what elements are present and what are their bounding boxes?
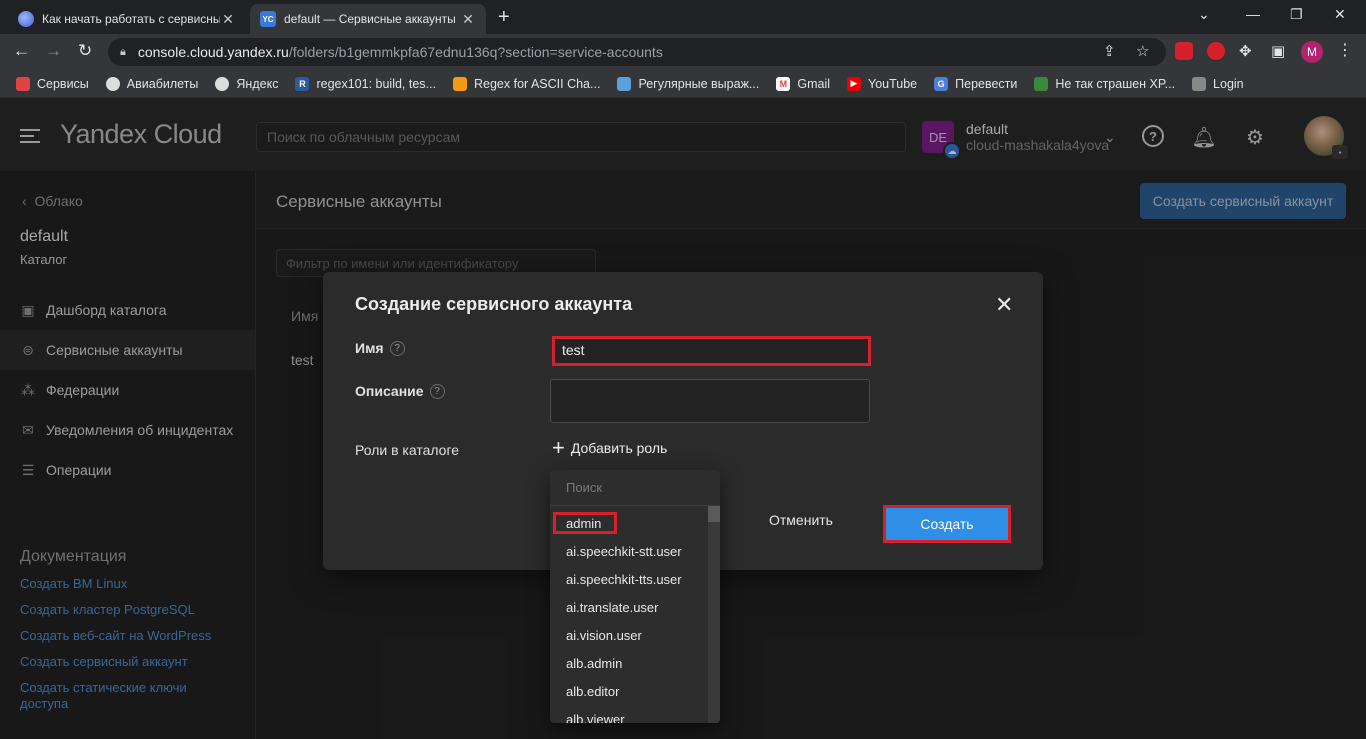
role-option-admin[interactable]: admin bbox=[566, 516, 601, 531]
url-path: /folders/b1gemmkpfa67ednu136q?section=se… bbox=[288, 44, 663, 60]
bookmark-item[interactable]: Авиабилеты bbox=[105, 76, 199, 91]
yandex-cloud-favicon-icon: YC bbox=[260, 11, 276, 27]
bookmark-label: Авиабилеты bbox=[126, 76, 199, 91]
lock-icon: 🔒︎ bbox=[120, 45, 126, 58]
role-option[interactable]: ai.speechkit-tts.user bbox=[566, 572, 682, 587]
extensions-puzzle-icon[interactable]: ✥ bbox=[1239, 42, 1252, 60]
extension-stop-icon[interactable] bbox=[1207, 42, 1225, 60]
bookmarks-bar: Сервисы Авиабилеты Яндекс Rregex101: bui… bbox=[0, 70, 1366, 98]
create-button[interactable]: Создать bbox=[883, 505, 1011, 543]
bookmark-label: Перевести bbox=[955, 76, 1018, 91]
bookmark-item[interactable]: Яндекс bbox=[215, 76, 279, 91]
add-role-button[interactable]: + Добавить роль bbox=[552, 435, 668, 460]
regex101-icon: R bbox=[295, 76, 310, 91]
bookmark-item[interactable]: ▶ YouTube bbox=[847, 76, 918, 91]
bookmark-label: Регулярные выраж... bbox=[638, 76, 760, 91]
bookmark-item[interactable]: Регулярные выраж... bbox=[617, 76, 760, 91]
dropdown-scrollbar[interactable] bbox=[708, 506, 720, 723]
role-option[interactable]: ai.vision.user bbox=[566, 628, 642, 643]
plus-icon: + bbox=[552, 435, 565, 460]
help-question-icon[interactable]: ? bbox=[429, 383, 445, 399]
forward-arrow-icon[interactable]: → bbox=[45, 41, 62, 61]
bookmark-item[interactable]: Login bbox=[1192, 76, 1244, 91]
role-option[interactable]: alb.admin bbox=[566, 656, 622, 671]
name-input[interactable]: test bbox=[552, 336, 871, 366]
tab-close-icon[interactable]: ✕ bbox=[460, 11, 476, 28]
profile-avatar[interactable]: M bbox=[1301, 41, 1323, 63]
bookmark-item[interactable]: Не так страшен XP... bbox=[1034, 76, 1176, 91]
role-option[interactable]: alb.viewer bbox=[566, 712, 625, 723]
restore-icon[interactable]: ❐ bbox=[1290, 6, 1303, 23]
name-label-text: Имя bbox=[355, 340, 384, 356]
translate-icon: G bbox=[934, 76, 949, 91]
role-option[interactable]: ai.translate.user bbox=[566, 600, 659, 615]
tab-favicon-icon bbox=[18, 11, 34, 27]
add-role-label: Добавить роль bbox=[570, 440, 668, 456]
role-search-input[interactable]: Поиск bbox=[550, 470, 720, 506]
window-close-icon[interactable]: ✕ bbox=[1334, 6, 1346, 23]
side-panel-icon[interactable]: ▣ bbox=[1271, 42, 1285, 60]
browser-toolbar: ← → ↻ 🔒︎ console.cloud.yandex.ru/folders… bbox=[0, 34, 1366, 70]
tree-icon bbox=[1034, 76, 1049, 91]
url-host: console.cloud.yandex.ru bbox=[137, 44, 289, 60]
role-dropdown: Поиск admin ai.speechkit-stt.user ai.spe… bbox=[550, 470, 720, 723]
regex-ascii-icon bbox=[452, 76, 467, 91]
cancel-button[interactable]: Отменить bbox=[769, 512, 833, 528]
tab-search-chevron-icon[interactable]: ⌄ bbox=[1198, 6, 1210, 23]
help-question-icon[interactable]: ? bbox=[389, 340, 405, 356]
back-arrow-icon[interactable]: ← bbox=[13, 41, 30, 61]
mail-icon bbox=[1192, 76, 1207, 91]
bookmark-item[interactable]: G Перевести bbox=[934, 76, 1018, 91]
scrollbar-thumb[interactable] bbox=[708, 506, 720, 522]
browser-tab[interactable]: Как начать работать с сервисными ✕ bbox=[8, 4, 246, 34]
address-bar[interactable]: 🔒︎ console.cloud.yandex.ru/folders/b1gem… bbox=[108, 38, 1166, 66]
bookmark-label: Login bbox=[1213, 76, 1244, 91]
description-label-text: Описание bbox=[355, 383, 424, 399]
bookmark-label: Gmail bbox=[797, 76, 831, 91]
share-icon[interactable]: ⇪ bbox=[1103, 42, 1116, 60]
close-icon[interactable]: ✕ bbox=[995, 292, 1013, 318]
description-textarea[interactable] bbox=[550, 379, 870, 423]
extension-video-icon[interactable] bbox=[1175, 42, 1193, 60]
bookmark-label: YouTube bbox=[868, 76, 918, 91]
role-option[interactable]: ai.speechkit-stt.user bbox=[566, 544, 682, 559]
bookmark-label: Сервисы bbox=[37, 76, 89, 91]
role-option[interactable]: alb.editor bbox=[566, 684, 619, 699]
browser-tab-active[interactable]: YC default — Сервисные аккаунты ✕ bbox=[250, 4, 486, 34]
globe-icon bbox=[105, 76, 120, 91]
roles-label: Роли в каталоге bbox=[355, 442, 460, 458]
gmail-icon: M bbox=[776, 76, 791, 91]
youtube-icon: ▶ bbox=[847, 76, 862, 91]
reload-icon[interactable]: ↻ bbox=[78, 41, 92, 61]
tab-title: Как начать работать с сервисными bbox=[42, 12, 220, 26]
bookmark-item[interactable]: Regex for ASCII Cha... bbox=[452, 76, 601, 91]
browser-menu-icon[interactable]: ⋮ bbox=[1337, 40, 1353, 60]
bookmark-label: Не так страшен XP... bbox=[1055, 76, 1176, 91]
bookmark-item[interactable]: Rregex101: build, tes... bbox=[295, 76, 436, 91]
bookmark-label: Regex for ASCII Cha... bbox=[473, 76, 601, 91]
bookmark-item[interactable]: Сервисы bbox=[16, 76, 89, 91]
apps-grid-icon bbox=[16, 76, 30, 91]
new-tab-icon[interactable]: + bbox=[498, 6, 510, 29]
globe-icon bbox=[215, 76, 230, 91]
description-label: Описание ? bbox=[355, 383, 445, 399]
name-label: Имя ? bbox=[355, 340, 405, 356]
bookmark-star-icon[interactable]: ☆ bbox=[1136, 42, 1149, 60]
modal-title: Создание сервисного аккаунта bbox=[355, 294, 633, 314]
regex-ru-icon bbox=[617, 76, 632, 91]
minimize-icon[interactable]: — bbox=[1246, 6, 1260, 22]
tab-close-icon[interactable]: ✕ bbox=[220, 11, 236, 28]
bookmark-label: regex101: build, tes... bbox=[316, 76, 436, 91]
bookmark-item[interactable]: M Gmail bbox=[776, 76, 831, 91]
browser-tab-bar: Как начать работать с сервисными ✕ YC de… bbox=[0, 0, 1366, 34]
bookmark-label: Яндекс bbox=[236, 76, 279, 91]
tab-title: default — Сервисные аккаунты bbox=[284, 12, 456, 26]
